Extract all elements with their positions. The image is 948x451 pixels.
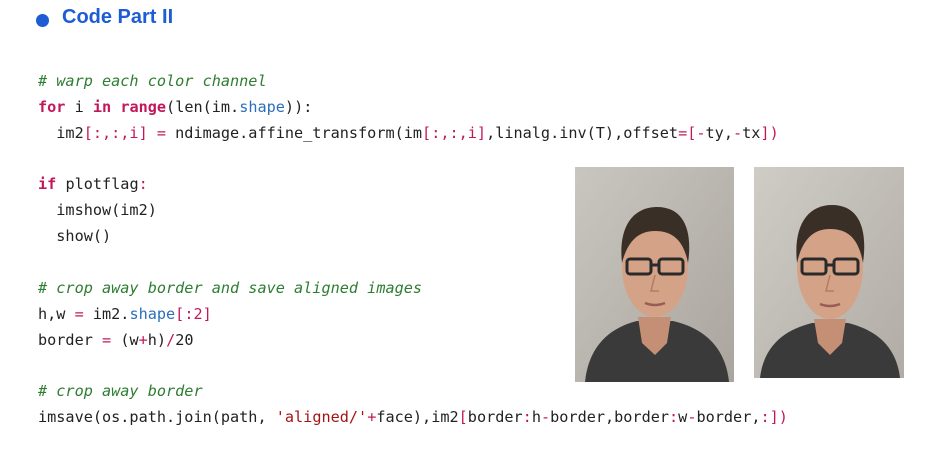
code-line: imshow(im2): [38, 201, 157, 219]
code-line: if plotflag:: [38, 175, 148, 193]
code-line: show(): [38, 227, 112, 245]
bullet-point: [36, 14, 49, 27]
code-comment: # crop away border and save aligned imag…: [38, 279, 423, 297]
code-line: h,w = im2.shape[:2]: [38, 305, 212, 323]
code-block-warp: # warp each color channel for i in range…: [38, 68, 779, 146]
code-line: border = (w+h)/20: [38, 331, 194, 349]
code-comment: # crop away border: [38, 382, 203, 400]
code-line: im2[:,:,i] = ndimage.affine_transform(im…: [38, 124, 779, 142]
code-comment: # warp each color channel: [38, 72, 267, 90]
aligned-face-photo-1: [575, 167, 734, 382]
aligned-face-photo-2: [754, 167, 904, 378]
code-line: for i in range(len(im.shape)):: [38, 98, 313, 116]
slide-heading: Code Part II: [62, 6, 174, 28]
code-line: imsave(os.path.join(path, 'aligned/'+fac…: [38, 408, 788, 426]
code-block-save: # crop away border imsave(os.path.join(p…: [38, 378, 788, 430]
code-block-crop: # crop away border and save aligned imag…: [38, 275, 422, 353]
code-block-plot: if plotflag: imshow(im2) show(): [38, 171, 157, 249]
